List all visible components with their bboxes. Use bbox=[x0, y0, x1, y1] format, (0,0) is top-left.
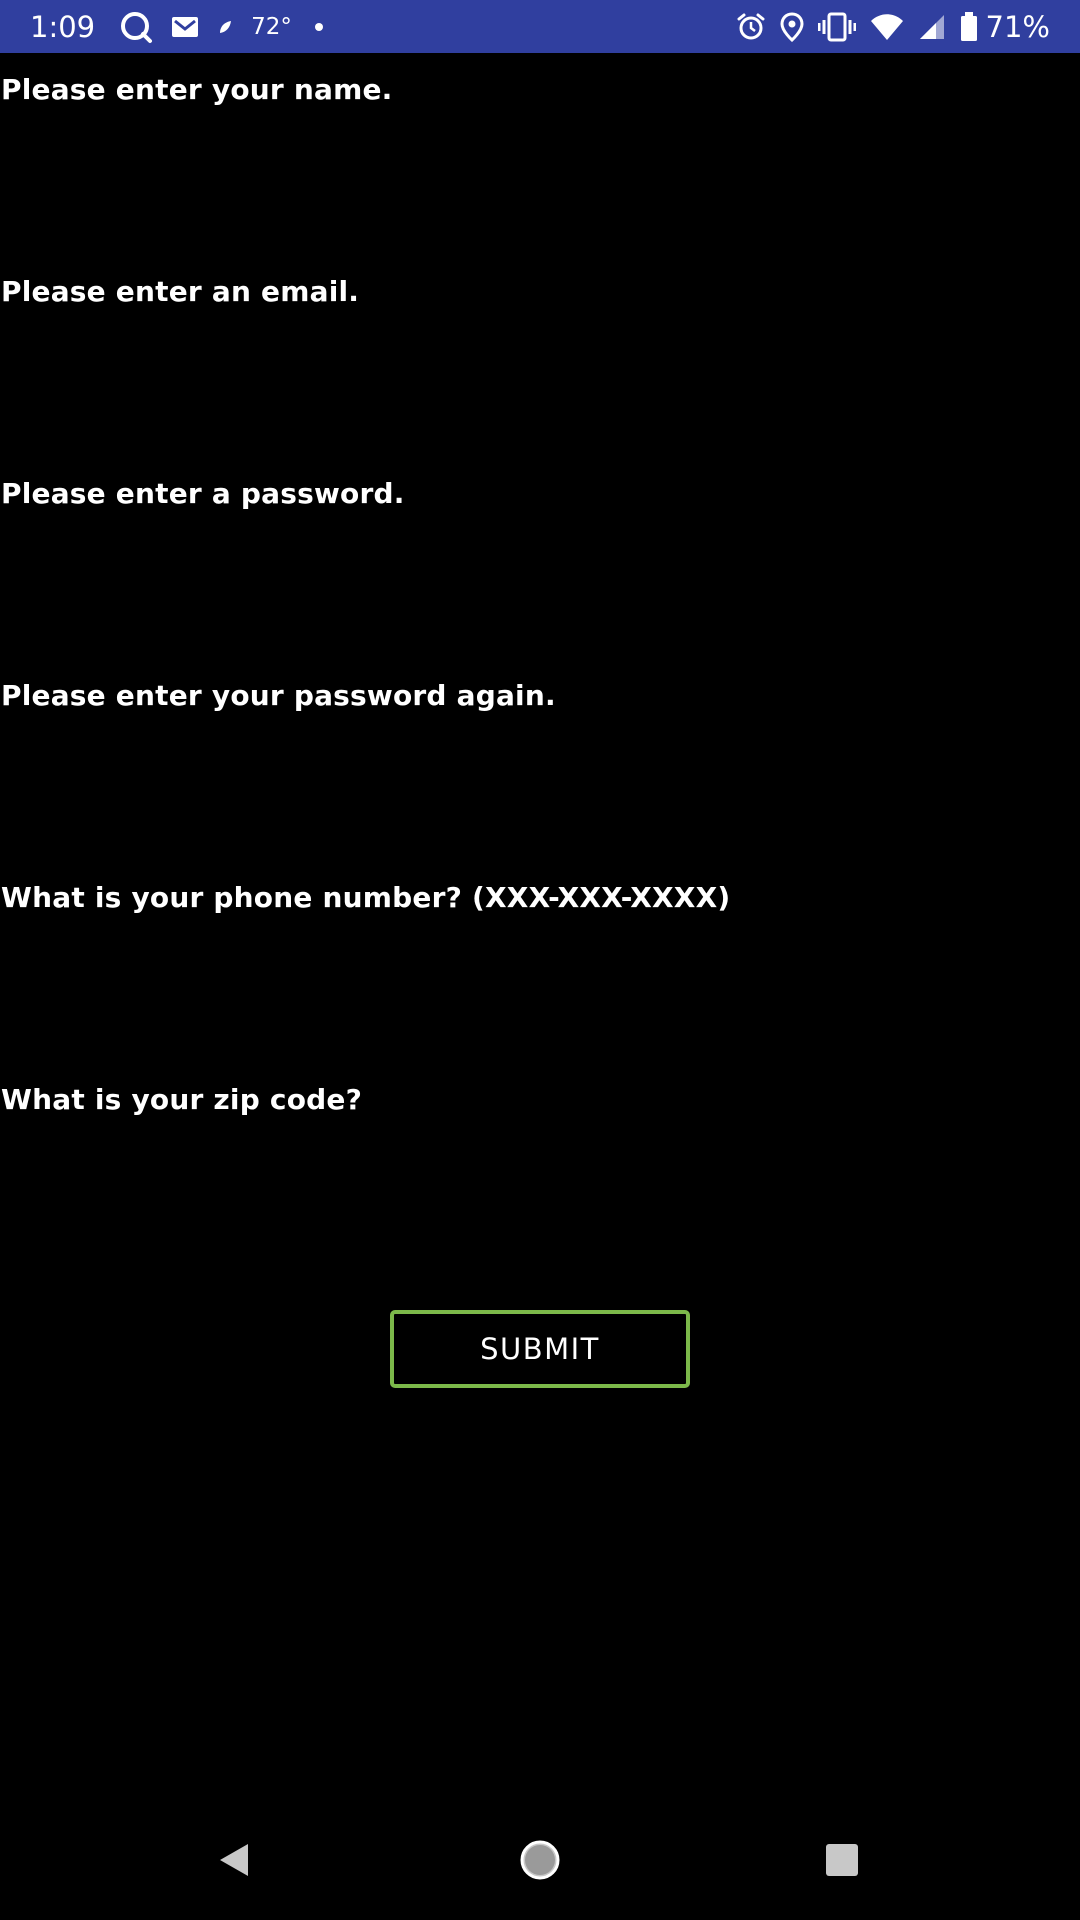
location-icon bbox=[780, 0, 804, 53]
back-button[interactable] bbox=[174, 1800, 294, 1920]
status-battery-percent: 71% bbox=[985, 9, 1050, 44]
vibrate-icon bbox=[817, 0, 856, 53]
form-field-email: Please enter an email. bbox=[0, 255, 1080, 457]
recents-button[interactable] bbox=[782, 1800, 902, 1920]
password-label: Please enter a password. bbox=[1, 477, 405, 510]
cell-signal-icon bbox=[918, 0, 946, 53]
form-field-zip: What is your zip code? bbox=[0, 1063, 1080, 1265]
back-icon bbox=[220, 1844, 248, 1876]
status-bar-left: 1:09 72° bbox=[30, 0, 342, 53]
status-bar-right: 71% bbox=[722, 0, 1050, 53]
recents-icon bbox=[826, 1844, 858, 1876]
password-confirm-label: Please enter your password again. bbox=[1, 679, 556, 712]
battery-icon bbox=[960, 0, 978, 53]
form-field-name: Please enter your name. bbox=[0, 53, 1080, 255]
name-input[interactable] bbox=[0, 133, 1080, 213]
q-app-icon bbox=[119, 0, 153, 53]
status-bar: 1:09 72° 71% bbox=[0, 0, 1080, 53]
form-field-password-confirm: Please enter your password again. bbox=[0, 659, 1080, 861]
navigation-bar bbox=[0, 1800, 1080, 1920]
signup-form: Please enter your name. Please enter an … bbox=[0, 53, 1080, 1265]
submit-button[interactable]: SUBMIT bbox=[390, 1310, 690, 1388]
password-input[interactable] bbox=[0, 537, 1080, 617]
alarm-icon bbox=[736, 0, 766, 53]
form-field-phone: What is your phone number? (XXX-XXX-XXXX… bbox=[0, 861, 1080, 1063]
weather-leaf-icon bbox=[217, 0, 233, 53]
phone-input[interactable] bbox=[0, 941, 1080, 1021]
notification-dot-icon bbox=[314, 0, 324, 53]
password-confirm-input[interactable] bbox=[0, 739, 1080, 819]
home-button[interactable] bbox=[480, 1800, 600, 1920]
name-label: Please enter your name. bbox=[1, 73, 393, 106]
status-temperature: 72° bbox=[251, 13, 292, 40]
home-icon bbox=[520, 1840, 560, 1880]
form-field-password: Please enter a password. bbox=[0, 457, 1080, 659]
zip-label: What is your zip code? bbox=[1, 1083, 363, 1116]
zip-input[interactable] bbox=[0, 1143, 1080, 1223]
status-time: 1:09 bbox=[30, 9, 96, 44]
wifi-icon bbox=[870, 0, 904, 53]
email-input[interactable] bbox=[0, 335, 1080, 415]
gmail-icon bbox=[171, 0, 199, 53]
email-label: Please enter an email. bbox=[1, 275, 360, 308]
phone-label: What is your phone number? (XXX-XXX-XXXX… bbox=[1, 881, 731, 914]
